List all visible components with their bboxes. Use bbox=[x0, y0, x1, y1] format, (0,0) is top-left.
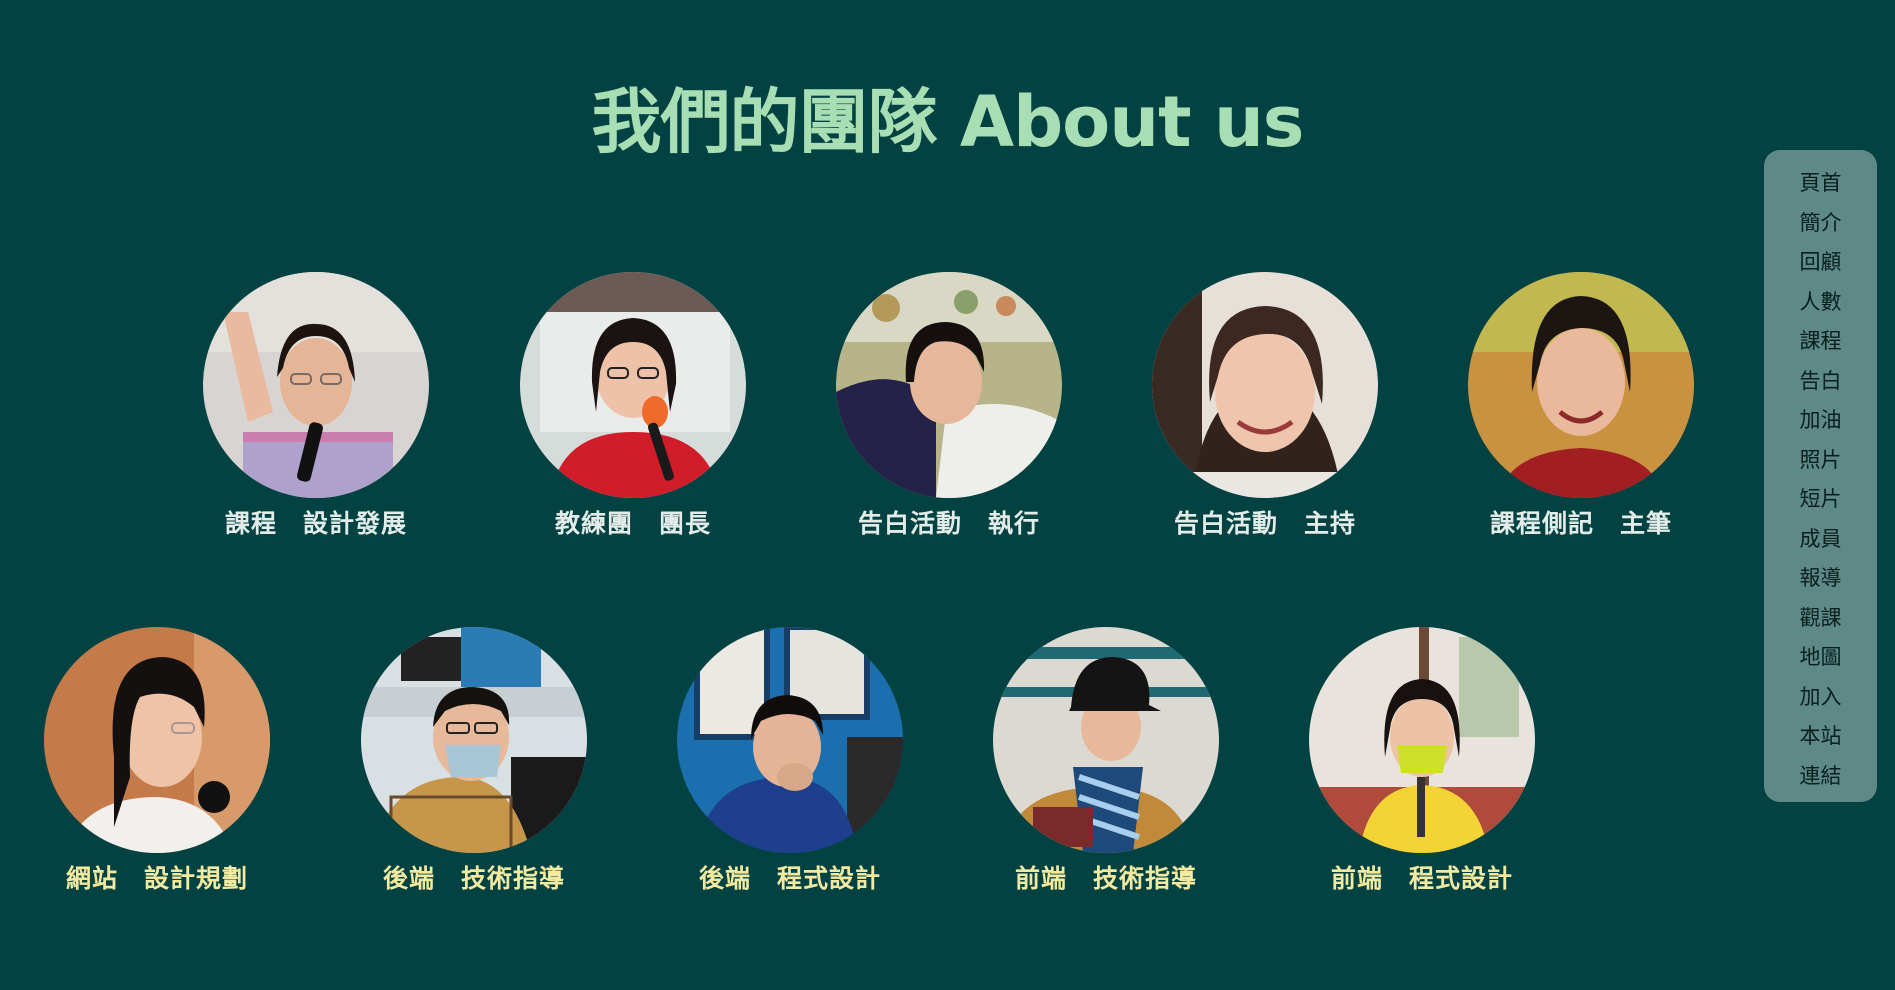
nav-item-members[interactable]: 成員 bbox=[1764, 520, 1877, 560]
team-member-9: 前端 技術指導 bbox=[976, 627, 1236, 895]
member-role-label: 後端 程式設計 bbox=[698, 864, 881, 893]
nav-item-observation[interactable]: 觀課 bbox=[1764, 599, 1877, 639]
team-member-6: 網站 設計規劃 bbox=[27, 627, 287, 895]
nav-item-cheer[interactable]: 加油 bbox=[1764, 401, 1877, 441]
member-role-label: 教練團 團長 bbox=[554, 509, 711, 538]
nav-item-videos[interactable]: 短片 bbox=[1764, 480, 1877, 520]
member-photo-1 bbox=[203, 272, 429, 498]
nav-item-courses[interactable]: 課程 bbox=[1764, 322, 1877, 362]
team-member-4: 告白活動 主持 bbox=[1135, 272, 1395, 540]
member-role-label: 課程 設計發展 bbox=[224, 509, 407, 538]
member-photo-8 bbox=[677, 627, 903, 853]
member-role-label: 網站 設計規劃 bbox=[65, 864, 248, 893]
nav-item-map[interactable]: 地圖 bbox=[1764, 638, 1877, 678]
member-role-label: 前端 程式設計 bbox=[1330, 864, 1513, 893]
team-member-5: 課程側記 主筆 bbox=[1451, 272, 1711, 540]
nav-item-links[interactable]: 連結 bbox=[1764, 757, 1877, 797]
member-role-label: 告白活動 主持 bbox=[1173, 509, 1356, 538]
member-photo-5 bbox=[1468, 272, 1694, 498]
member-photo-3 bbox=[836, 272, 1062, 498]
team-member-1: 課程 設計發展 bbox=[186, 272, 446, 540]
member-photo-4 bbox=[1152, 272, 1378, 498]
about-us-section: 我們的團隊 About us 課程 設計發展 教練團 團長 告白活動 執行 告白… bbox=[0, 0, 1895, 990]
nav-item-this-site[interactable]: 本站 bbox=[1764, 717, 1877, 757]
nav-item-reports[interactable]: 報導 bbox=[1764, 559, 1877, 599]
team-member-7: 後端 技術指導 bbox=[344, 627, 604, 895]
member-photo-2 bbox=[520, 272, 746, 498]
member-photo-6 bbox=[44, 627, 270, 853]
nav-item-review[interactable]: 回顧 bbox=[1764, 243, 1877, 283]
side-navigation: 頁首 簡介 回顧 人數 課程 告白 加油 照片 短片 成員 報導 觀課 地圖 加… bbox=[1764, 150, 1877, 802]
team-member-8: 後端 程式設計 bbox=[660, 627, 920, 895]
nav-item-header[interactable]: 頁首 bbox=[1764, 164, 1877, 204]
member-role-label: 告白活動 執行 bbox=[857, 509, 1040, 538]
nav-item-confession[interactable]: 告白 bbox=[1764, 362, 1877, 402]
page-title: 我們的團隊 About us bbox=[591, 81, 1305, 163]
nav-item-intro[interactable]: 簡介 bbox=[1764, 204, 1877, 244]
nav-item-count[interactable]: 人數 bbox=[1764, 283, 1877, 323]
member-photo-9 bbox=[993, 627, 1219, 853]
member-role-label: 課程側記 主筆 bbox=[1489, 509, 1672, 538]
member-role-label: 前端 技術指導 bbox=[1014, 864, 1197, 893]
nav-item-join[interactable]: 加入 bbox=[1764, 678, 1877, 718]
member-photo-10 bbox=[1309, 627, 1535, 853]
team-member-2: 教練團 團長 bbox=[503, 272, 763, 540]
member-role-label: 後端 技術指導 bbox=[382, 864, 565, 893]
team-member-3: 告白活動 執行 bbox=[819, 272, 1079, 540]
member-photo-7 bbox=[361, 627, 587, 853]
team-member-10: 前端 程式設計 bbox=[1292, 627, 1552, 895]
nav-item-photos[interactable]: 照片 bbox=[1764, 441, 1877, 481]
